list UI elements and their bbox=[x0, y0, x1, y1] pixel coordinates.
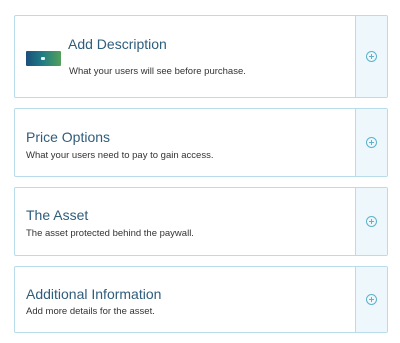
plus-circle-icon bbox=[366, 51, 377, 62]
additional-information-expand-button[interactable] bbox=[355, 267, 387, 332]
section-card-price-options[interactable]: Price Options What your users need to pa… bbox=[14, 108, 388, 177]
section-description: The asset protected behind the paywall. bbox=[26, 228, 194, 239]
plus-circle-icon bbox=[366, 216, 377, 227]
section-title: The Asset bbox=[26, 207, 89, 223]
section-title: Additional Information bbox=[26, 286, 162, 302]
section-card-body: Additional Information Add more details … bbox=[15, 267, 355, 332]
section-card-body: Add Description What your users will see… bbox=[15, 16, 355, 97]
section-card-add-description[interactable]: Add Description What your users will see… bbox=[14, 15, 388, 98]
section-card-body: The Asset The asset protected behind the… bbox=[15, 188, 355, 255]
section-description: What your users will see before purchase… bbox=[69, 66, 246, 77]
section-card-body: Price Options What your users need to pa… bbox=[15, 109, 355, 176]
section-card-additional-information[interactable]: Additional Information Add more details … bbox=[14, 266, 388, 333]
section-title: Price Options bbox=[26, 129, 111, 145]
add-description-expand-button[interactable] bbox=[355, 16, 387, 97]
plus-circle-icon bbox=[366, 137, 377, 148]
section-description: What your users need to pay to gain acce… bbox=[26, 150, 214, 161]
plus-circle-icon bbox=[366, 294, 377, 305]
the-asset-expand-button[interactable] bbox=[355, 188, 387, 255]
image-thumbnail bbox=[26, 51, 61, 66]
section-description: Add more details for the asset. bbox=[26, 306, 155, 317]
price-options-expand-button[interactable] bbox=[355, 109, 387, 176]
section-card-the-asset[interactable]: The Asset The asset protected behind the… bbox=[14, 187, 388, 256]
section-title: Add Description bbox=[68, 36, 167, 52]
